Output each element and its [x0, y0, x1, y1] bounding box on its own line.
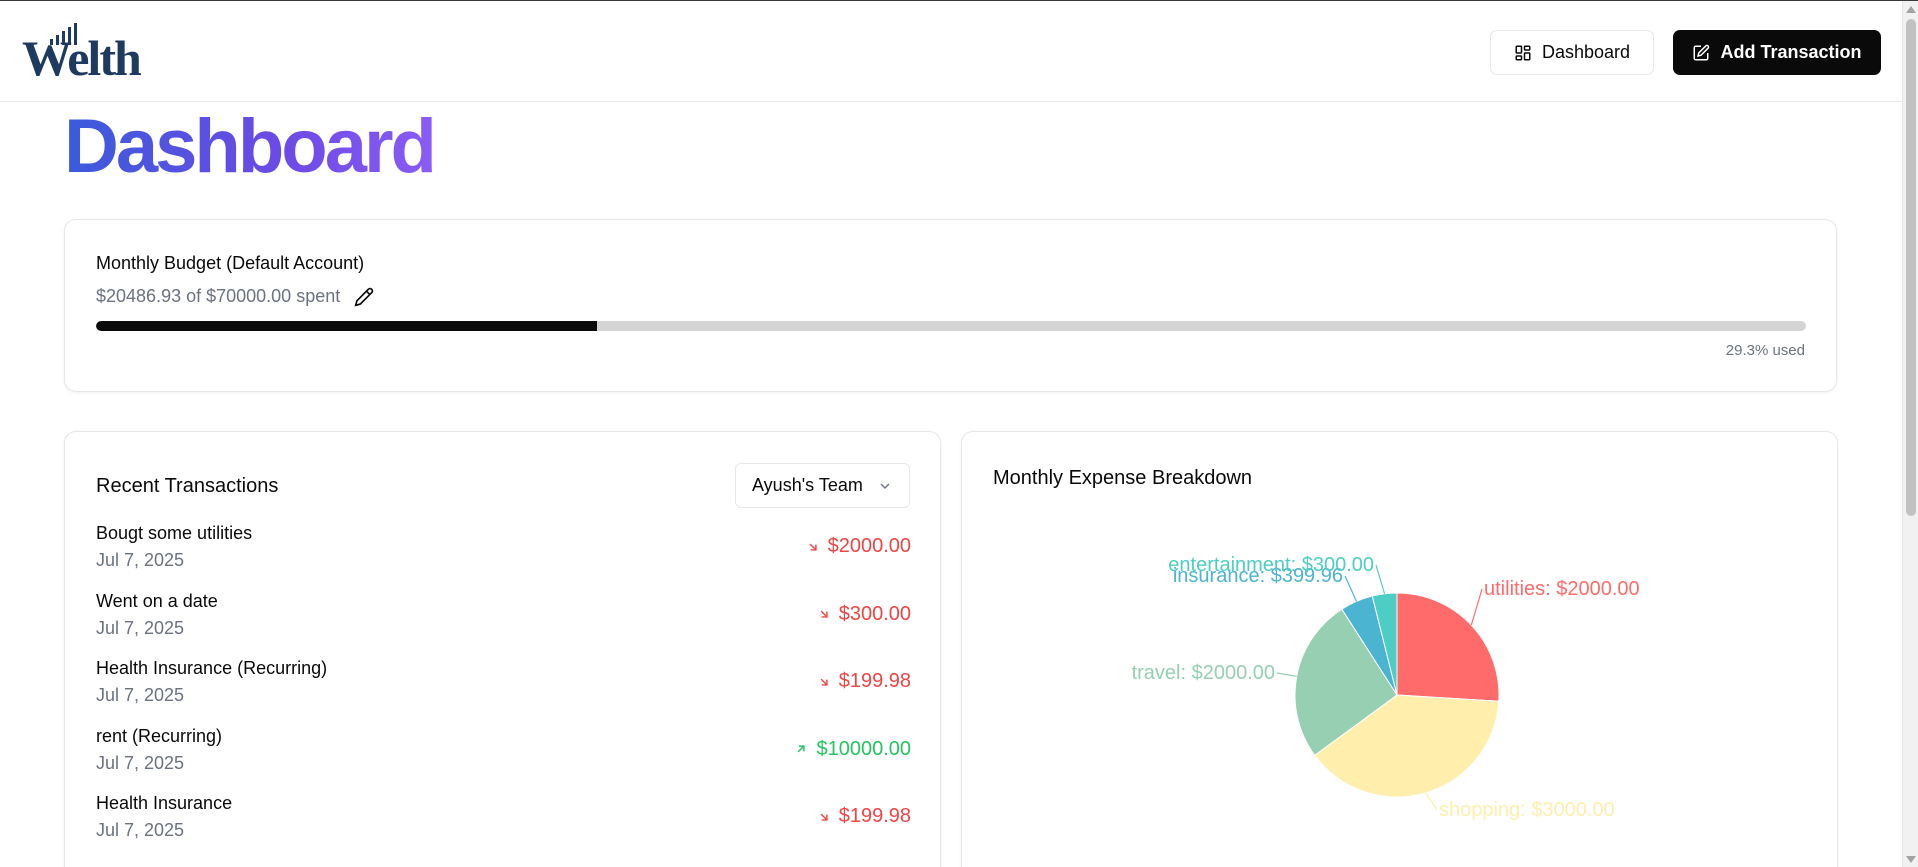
transaction-row[interactable]: Health Insurance (Recurring) Jul 7, 2025 $… [96, 658, 911, 726]
account-select-value: Ayush's Team [752, 475, 863, 495]
pie-label-travel: travel: $2000.00 [1132, 662, 1275, 684]
transaction-amount-value: $2000.00 [827, 535, 911, 557]
transaction-amount: $2000.00 [806, 535, 911, 558]
transaction-name: Health Insurance (Recurring) [96, 658, 328, 678]
pen-square-icon [1693, 44, 1710, 60]
pie-leader-line [1344, 575, 1358, 602]
transactions-title: Recent Transactions [96, 475, 279, 497]
transaction-name: rent (Recurring) [96, 725, 223, 746]
logo-wordmark: Welth [22, 30, 142, 86]
arrow-down-right-icon [820, 678, 828, 686]
arrow-down-right-icon [809, 543, 817, 551]
pie-label-utilities: utilities: $2000.00 [1484, 578, 1640, 600]
transaction-amount: $300.00 [817, 603, 911, 626]
scroll-thumb[interactable] [1906, 19, 1916, 516]
transaction-amount-value: $10000.00 [816, 737, 911, 760]
layout-dashboard-icon [1515, 45, 1531, 60]
transaction-row[interactable]: rent (Recurring) Jul 7, 2025 $10000.00 [96, 726, 911, 794]
chevron-down-icon [880, 483, 890, 489]
transaction-date: Jul 7, 2025 [96, 685, 185, 705]
recent-transactions-card: Recent Transactions Ayush's Team Bougt s… [64, 431, 941, 867]
transaction-date: Jul 7, 2025 [96, 617, 185, 638]
page-title: Dashboard [64, 104, 437, 189]
transaction-name: Health Insurance [96, 793, 233, 813]
pie-slice-utilities[interactable] [1396, 592, 1500, 702]
add-transaction-button[interactable]: Add Transaction [1673, 30, 1881, 75]
transaction-amount: $10000.00 [794, 738, 911, 761]
pie-label-entertainment: entertainment: $300.00 [1168, 554, 1374, 576]
budget-title: Monthly Budget (Default Account) [96, 253, 365, 273]
transactions-list: Bougt some utilities Jul 7, 2025 $2000.00 W… [96, 523, 911, 861]
transaction-amount: $199.98 [817, 805, 911, 828]
add-transaction-label: Add Transaction [1720, 42, 1862, 62]
monthly-budget-card: Monthly Budget (Default Account) $20486.… [64, 219, 1837, 392]
transaction-date: Jul 7, 2025 [96, 752, 185, 773]
transaction-amount-value: $300.00 [838, 602, 911, 625]
transaction-row[interactable]: Went on a date Jul 7, 2025 $300.00 [96, 591, 911, 659]
welth-logo[interactable]: Welth [22, 23, 152, 83]
budget-progress-fill [96, 321, 598, 331]
dashboard-button-label: Dashboard [1541, 42, 1631, 62]
transaction-name: Went on a date [96, 590, 218, 611]
pie-leader-line [1425, 792, 1438, 811]
budget-used-text: 29.3% used [1725, 342, 1805, 359]
arrow-up-right-icon [798, 745, 806, 753]
transaction-amount: $199.98 [817, 670, 911, 693]
pencil-icon[interactable] [354, 287, 374, 307]
budget-progress-bar [96, 321, 1806, 331]
transaction-name: Bougt some utilities [96, 523, 253, 543]
dashboard-button[interactable]: Dashboard [1490, 30, 1654, 75]
transaction-date: Jul 7, 2025 [96, 550, 185, 570]
expense-breakdown-card: Monthly Expense Breakdown utilities: $20… [961, 431, 1838, 867]
pie-leader-line [1375, 564, 1386, 594]
app-viewport: Welth Dashboard Add Transaction Dashboar… [0, 0, 1918, 867]
page-scrollbar[interactable] [1902, 1, 1918, 867]
budget-spent-row: $20486.93 of $70000.00 spent [96, 286, 374, 307]
scroll-down-arrow-icon[interactable] [1906, 856, 1916, 863]
scroll-up-arrow-icon[interactable] [1906, 6, 1916, 13]
transaction-amount-value: $199.98 [838, 670, 911, 692]
top-header: Welth Dashboard Add Transaction [0, 1, 1902, 102]
transaction-row[interactable]: Bougt some utilities Jul 7, 2025 $2000.00 [96, 523, 911, 591]
transaction-date: Jul 7, 2025 [96, 820, 185, 840]
budget-spent-text: $20486.93 of $70000.00 spent [96, 286, 341, 306]
transaction-row[interactable]: Health Insurance Jul 7, 2025 $199.98 [96, 793, 911, 861]
transaction-amount-value: $199.98 [838, 805, 911, 827]
pie-label-shopping: shopping: $3000.00 [1439, 799, 1615, 821]
arrow-down-right-icon [820, 610, 828, 618]
account-select[interactable]: Ayush's Team [735, 463, 910, 508]
expense-pie-chart: utilities: $2000.00 shopping: $3000.00 tra… [1132, 554, 1640, 821]
arrow-down-right-icon [820, 813, 828, 821]
pie-leader-line [1470, 588, 1483, 626]
pie-leader-line [1276, 672, 1297, 677]
